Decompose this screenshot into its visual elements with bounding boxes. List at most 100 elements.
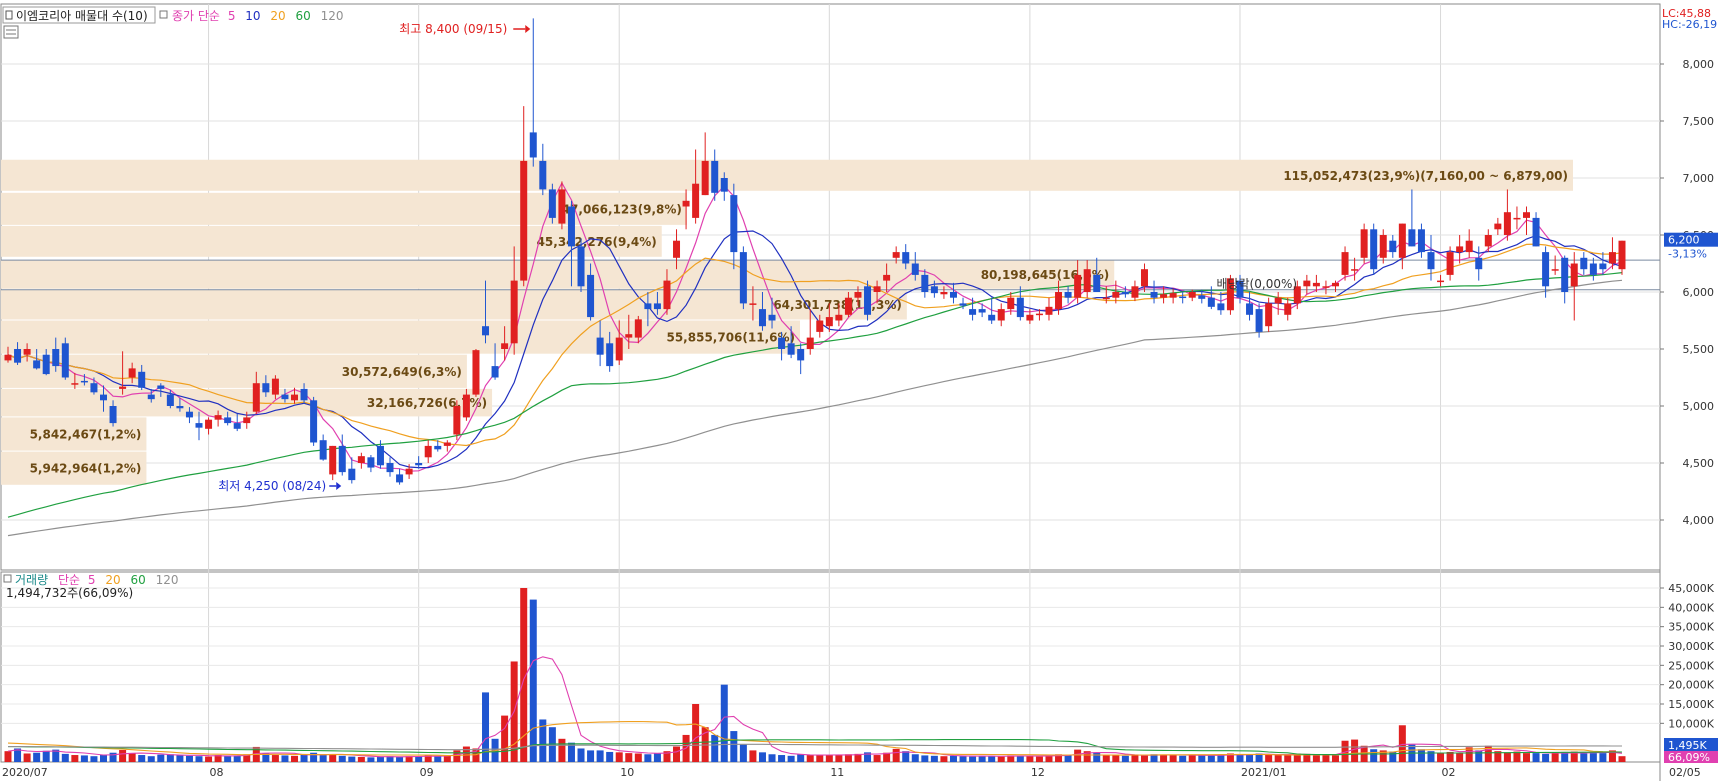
candle-up[interactable] (329, 445, 337, 475)
candle-up[interactable] (1055, 292, 1063, 310)
candle-up[interactable] (883, 274, 891, 281)
volume-bar[interactable] (673, 746, 681, 762)
candle-up[interactable] (940, 292, 948, 295)
candle-up[interactable] (1265, 303, 1273, 327)
volume-bar[interactable] (71, 755, 79, 762)
candle-down[interactable] (720, 178, 728, 192)
candle-down[interactable] (1370, 229, 1378, 270)
candle-down[interactable] (902, 252, 910, 264)
candle-down[interactable] (1389, 240, 1397, 253)
candle-down[interactable] (300, 388, 308, 401)
candle-up[interactable] (71, 383, 79, 385)
candle-up[interactable] (520, 160, 528, 281)
candle-up[interactable] (1437, 280, 1445, 283)
volume-bar[interactable] (185, 755, 193, 762)
candle-down[interactable] (338, 445, 346, 473)
candle-down[interactable] (224, 417, 232, 424)
candle-down[interactable] (1016, 297, 1024, 318)
candle-up[interactable] (1341, 252, 1349, 275)
candle-up[interactable] (128, 368, 136, 378)
candle-up[interactable] (252, 383, 260, 412)
candle-up[interactable] (825, 317, 833, 327)
volume-bar[interactable] (415, 756, 423, 762)
candle-up[interactable] (1494, 223, 1502, 230)
candle-down[interactable] (310, 400, 318, 443)
candle-up[interactable] (701, 160, 709, 196)
candle-up[interactable] (1570, 263, 1578, 287)
volume-bar[interactable] (1102, 755, 1110, 762)
volume-bar[interactable] (1112, 755, 1120, 762)
volume-bar[interactable] (1188, 755, 1196, 762)
candle-up[interactable] (357, 456, 365, 463)
volume-bar[interactable] (634, 753, 642, 762)
candle-up[interactable] (1035, 313, 1043, 316)
volume-bar[interactable] (367, 757, 375, 762)
volume-bar[interactable] (1284, 755, 1292, 762)
volume-bar[interactable] (1274, 755, 1282, 762)
volume-bar[interactable] (997, 756, 1005, 762)
candle-down[interactable] (33, 360, 41, 369)
candle-down[interactable] (1198, 295, 1206, 299)
candle-down[interactable] (1417, 229, 1425, 253)
volume-bar[interactable] (596, 750, 604, 762)
volume-bar[interactable] (615, 752, 623, 762)
candle-down[interactable] (539, 160, 547, 190)
candle-down[interactable] (262, 383, 270, 393)
candle-down[interactable] (949, 292, 957, 298)
volume-bar[interactable] (329, 754, 337, 762)
candle-up[interactable] (615, 337, 623, 361)
candle-up[interactable] (1331, 282, 1339, 287)
volume-bar[interactable] (1532, 753, 1540, 762)
candle-down[interactable] (653, 303, 661, 310)
volume-bar[interactable] (166, 754, 174, 762)
candle-down[interactable] (768, 314, 776, 321)
candle-up[interactable] (997, 309, 1005, 321)
candle-up[interactable] (1398, 223, 1406, 258)
volume-bar[interactable] (892, 748, 900, 762)
candle-down[interactable] (319, 440, 327, 460)
candle-up[interactable] (749, 303, 757, 305)
candle-down[interactable] (109, 406, 117, 424)
candle-up[interactable] (1456, 246, 1464, 253)
volume-bar[interactable] (376, 756, 384, 762)
candle-down[interactable] (1408, 229, 1416, 247)
volume-bar[interactable] (1437, 753, 1445, 762)
volume-bar[interactable] (749, 750, 757, 762)
candle-up[interactable] (1169, 293, 1177, 298)
candle-up[interactable] (1303, 280, 1311, 287)
candle-up[interactable] (510, 280, 518, 344)
candle-up[interactable] (1551, 269, 1559, 271)
candle-up[interactable] (1026, 314, 1034, 321)
volume-bar[interactable] (1456, 752, 1464, 762)
candle-down[interactable] (138, 371, 146, 388)
volume-bar[interactable] (1551, 753, 1559, 762)
stock-chart[interactable]: 5,942,964(1,2%)5,842,467(1,2%)32,166,726… (0, 0, 1718, 781)
volume-bar[interactable] (787, 755, 795, 762)
candle-down[interactable] (587, 274, 595, 318)
candle-down[interactable] (281, 394, 289, 400)
candle-up[interactable] (625, 334, 633, 338)
volume-bar[interactable] (959, 756, 967, 762)
candle-up[interactable] (23, 349, 31, 355)
candle-down[interactable] (567, 206, 575, 247)
volume-bar[interactable] (625, 753, 633, 762)
volume-bar[interactable] (1265, 754, 1273, 762)
volume-bar[interactable] (825, 754, 833, 762)
candle-up[interactable] (1188, 292, 1196, 298)
candle-up[interactable] (844, 297, 852, 315)
volume-bar[interactable] (978, 755, 986, 762)
candle-down[interactable] (1150, 292, 1158, 298)
volume-bar[interactable] (396, 756, 404, 762)
candle-down[interactable] (596, 337, 604, 355)
candle-down[interactable] (1207, 297, 1215, 307)
volume-bar[interactable] (1179, 755, 1187, 762)
volume-bar[interactable] (462, 746, 470, 762)
volume-bar[interactable] (921, 755, 929, 762)
volume-bar[interactable] (577, 748, 585, 762)
candle-up[interactable] (443, 442, 451, 446)
candle-up[interactable] (1608, 252, 1616, 264)
volume-bar[interactable] (319, 755, 327, 762)
volume-bar[interactable] (42, 750, 50, 762)
candle-down[interactable] (166, 394, 174, 406)
volume-bar[interactable] (1580, 753, 1588, 762)
